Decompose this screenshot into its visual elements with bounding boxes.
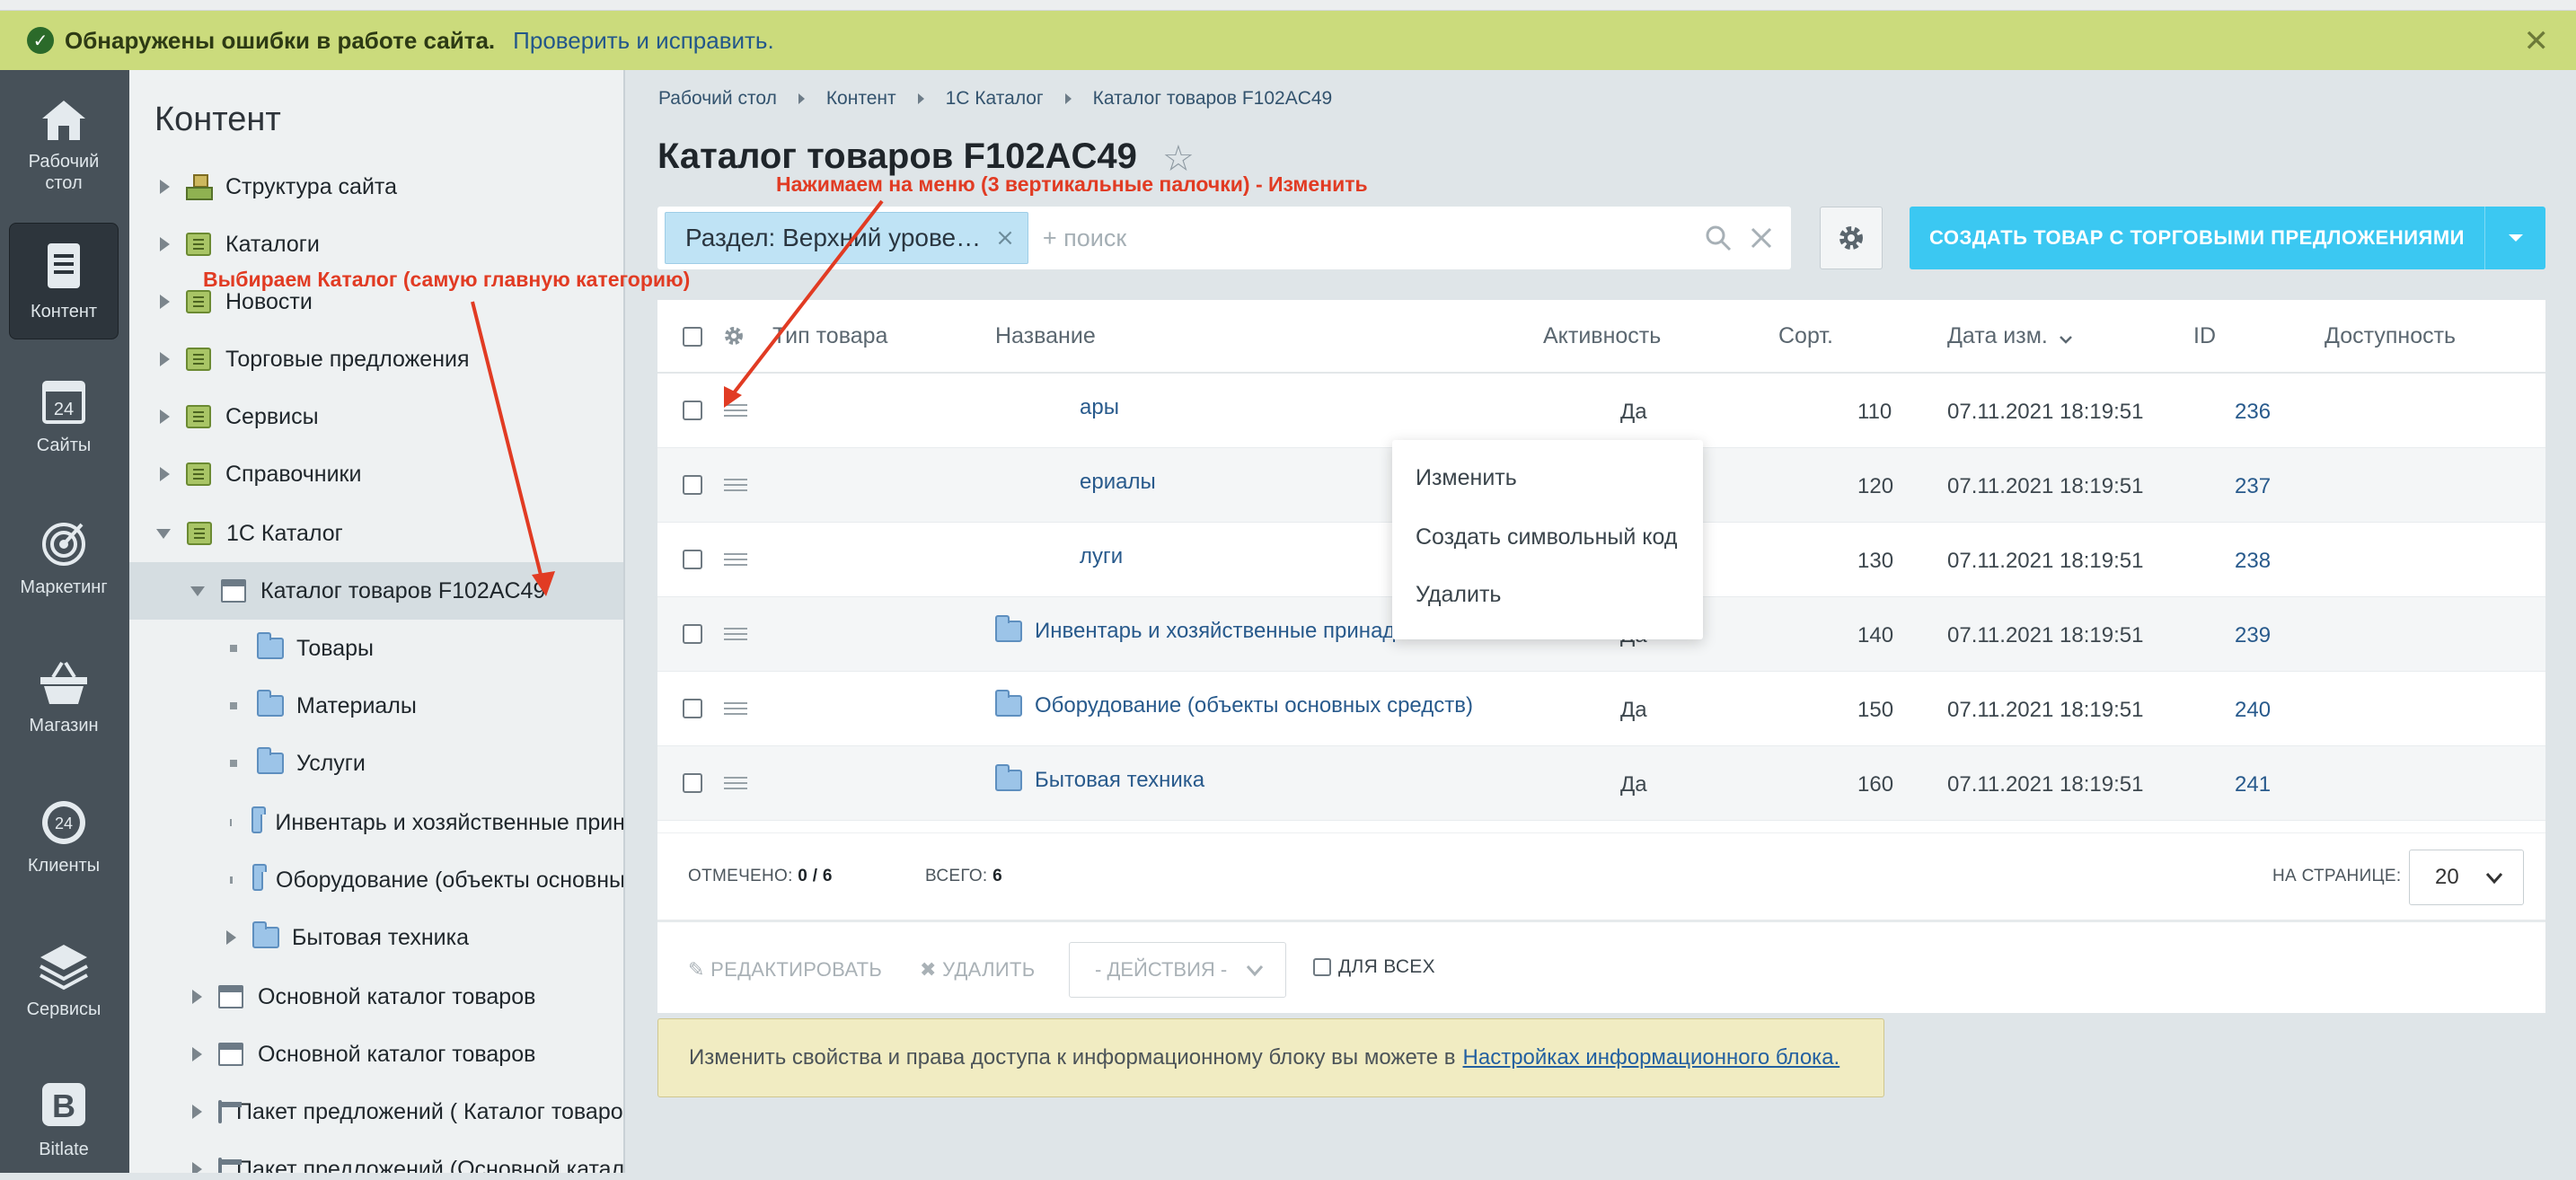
annotation-arrows: [471, 199, 884, 596]
arrow-to-catalog: [471, 301, 544, 583]
arrow-head-icon: [724, 386, 742, 408]
arrow-head-icon: [532, 571, 555, 596]
arrow-to-row-menu: [728, 199, 884, 401]
